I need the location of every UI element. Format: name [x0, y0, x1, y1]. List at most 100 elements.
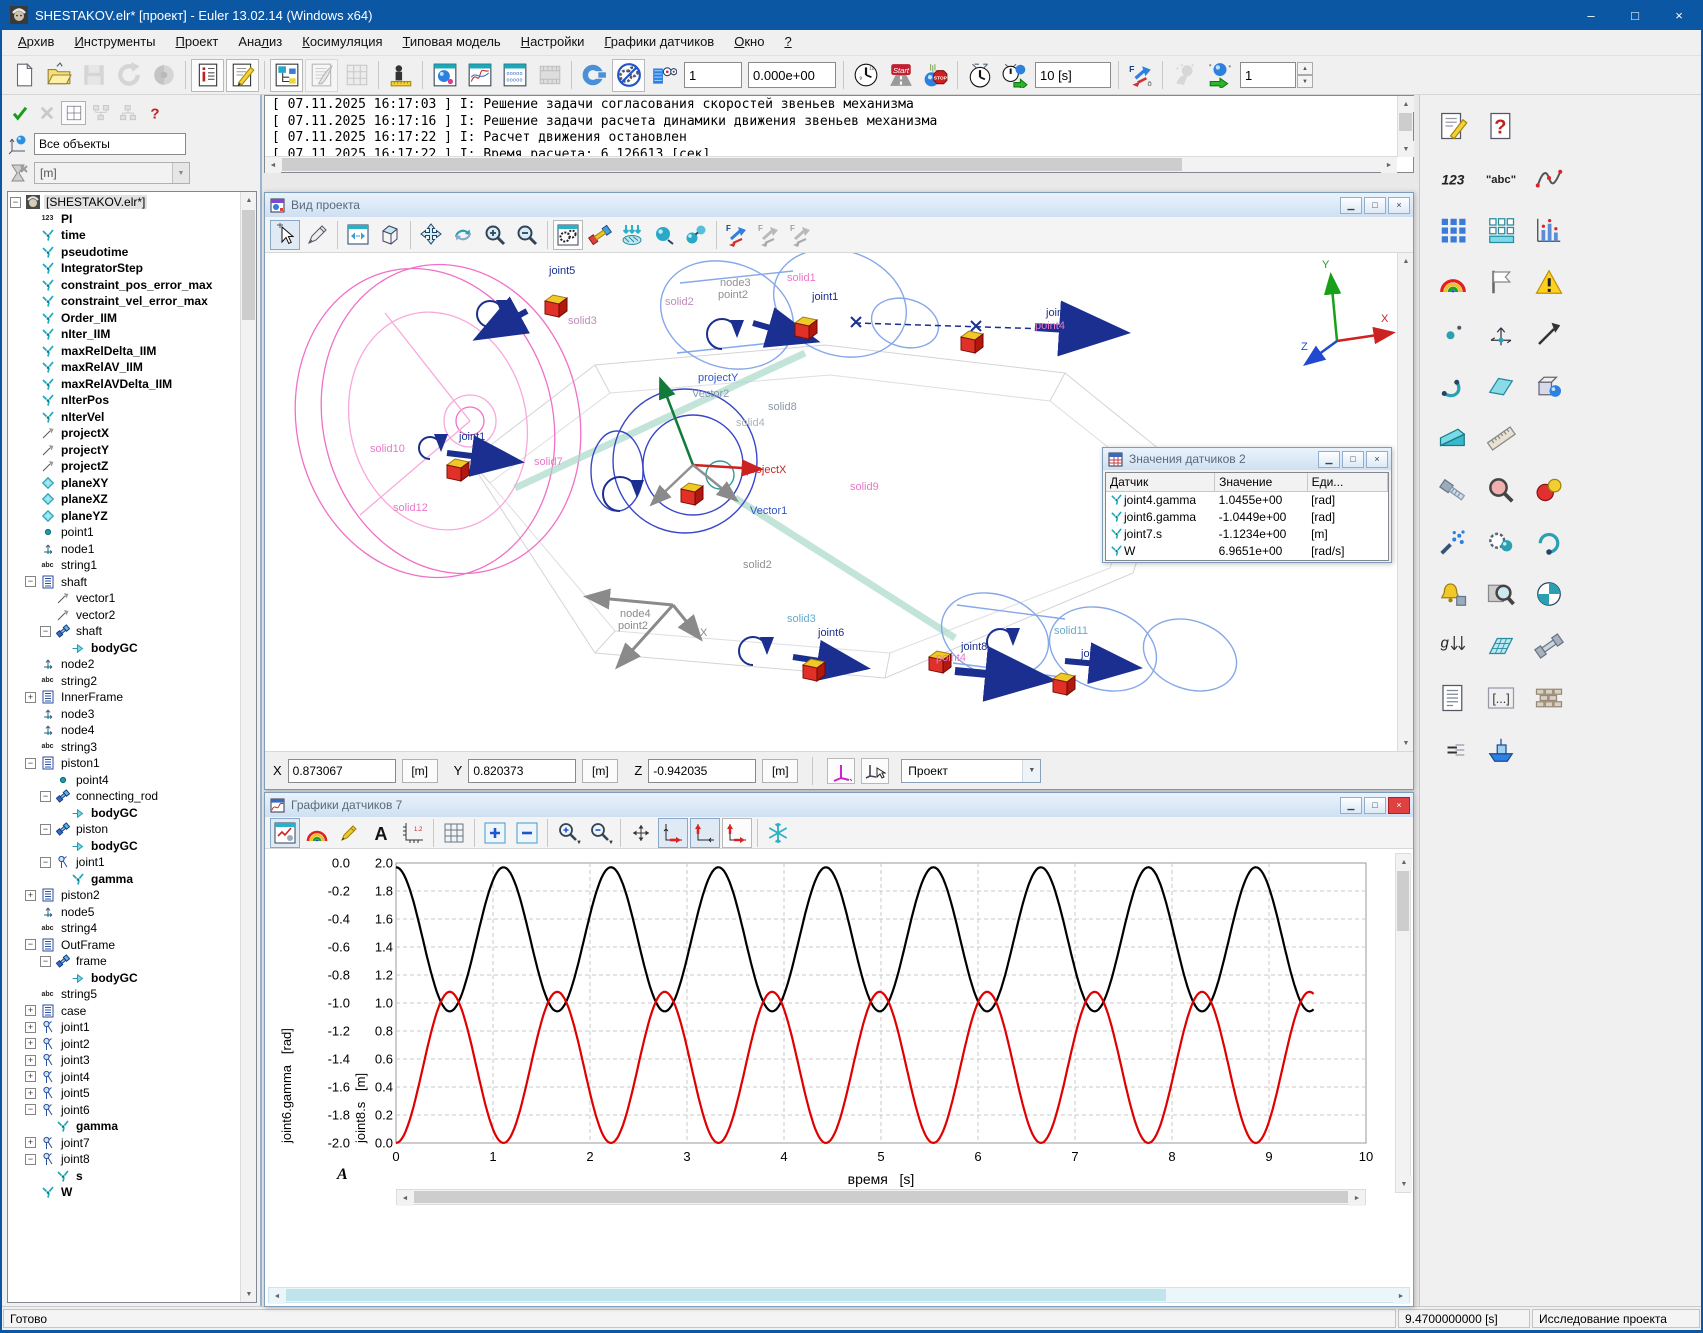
tree-item[interactable]: +joint1 [10, 1019, 239, 1036]
window-restore-button[interactable]: □ [1364, 197, 1386, 214]
edit-model-button[interactable] [226, 59, 259, 92]
spinner[interactable]: ▲▼ [1297, 62, 1313, 88]
collapse-icon[interactable]: − [25, 758, 36, 769]
sensor-row[interactable]: W6.9651e+00[rad/s] [1106, 543, 1388, 560]
minimize-button[interactable]: – [1569, 0, 1613, 30]
collapse-icon[interactable]: − [25, 1104, 36, 1115]
mesh-tool-button[interactable] [1480, 625, 1522, 667]
bolt-tool-button[interactable] [1432, 469, 1474, 511]
plane-tool-button[interactable] [1480, 365, 1522, 407]
tree-item-label[interactable]: piston2 [59, 888, 102, 902]
scrollbar-thumb[interactable] [1397, 871, 1409, 931]
expand-icon[interactable]: + [25, 1038, 36, 1049]
column-header[interactable]: Значение [1215, 473, 1307, 492]
equation-tool-button[interactable]: = [1432, 729, 1474, 771]
tree-item-label[interactable]: maxRelAVDelta_IIM [59, 377, 174, 391]
tree-item[interactable]: −joint1 [10, 854, 239, 871]
tree-item[interactable]: 123PI [10, 211, 239, 228]
tree-item[interactable]: nIterVel [10, 409, 239, 426]
y-unit-button[interactable]: [m] [582, 759, 618, 783]
tree-item-label[interactable]: frame [74, 954, 109, 968]
measure-button[interactable] [384, 59, 417, 92]
menu-item-6[interactable]: Настройки [511, 30, 595, 55]
tree-item[interactable]: −joint6 [10, 1102, 239, 1119]
tree-item[interactable]: −[SHESTAKOV.elr*] [10, 194, 239, 211]
cosimulation-button[interactable] [647, 59, 680, 92]
tree-item-label[interactable]: bodyGC [89, 806, 140, 820]
scroll-up-icon[interactable]: ▲ [1396, 854, 1412, 870]
tree-item[interactable]: vector2 [10, 607, 239, 624]
tree-item[interactable]: planeXZ [10, 491, 239, 508]
view-vertical-scrollbar[interactable]: ▲ ▼ [1397, 253, 1413, 751]
collapse-icon[interactable]: − [25, 1154, 36, 1165]
tree-item[interactable]: abcstring1 [10, 557, 239, 574]
tree-item-label[interactable]: time [59, 228, 88, 242]
start-button[interactable]: Start [884, 59, 917, 92]
column-header[interactable]: Датчик [1106, 473, 1215, 492]
zoom-xy-button[interactable] [722, 818, 752, 848]
collapse-icon[interactable]: − [40, 857, 51, 868]
tree-item-label[interactable]: string5 [59, 987, 99, 1001]
chart-window-caption[interactable]: Графики датчиков 7 ▁ □ × [265, 793, 1413, 817]
tree-item-label[interactable]: maxRelAV_IIM [59, 360, 145, 374]
expand-icon[interactable]: + [25, 692, 36, 703]
tree-item[interactable]: vector1 [10, 590, 239, 607]
tree-item[interactable]: maxRelAVDelta_IIM [10, 376, 239, 393]
continue-button[interactable] [1203, 59, 1236, 92]
zoom-out-button[interactable] [512, 818, 542, 848]
tree-item[interactable]: +joint5 [10, 1085, 239, 1102]
collapse-icon[interactable]: − [40, 791, 51, 802]
recalc-button[interactable] [147, 59, 180, 92]
tree-item[interactable]: node3 [10, 706, 239, 723]
tree-item-label[interactable]: gamma [74, 1119, 120, 1133]
gravity-tool-button[interactable]: g [1432, 625, 1474, 667]
spin-down-icon[interactable]: ▼ [1297, 75, 1313, 88]
forces-button[interactable]: Fō [1124, 59, 1157, 92]
scroll-down-icon[interactable]: ▼ [1398, 735, 1413, 751]
scroll-up-icon[interactable]: ▲ [241, 192, 257, 208]
tree-item-label[interactable]: string2 [59, 674, 99, 688]
force-sensor-button[interactable]: F [722, 220, 752, 250]
tree-item-label[interactable]: joint2 [59, 1037, 92, 1051]
tree-item-label[interactable]: [SHESTAKOV.elr*] [44, 195, 147, 209]
project-info-button[interactable] [191, 59, 224, 92]
solver-settings-button[interactable] [577, 59, 610, 92]
z-coordinate-input[interactable] [648, 759, 756, 783]
axes-format-button[interactable]: 1.2 [398, 818, 428, 848]
scroll-up-icon[interactable]: ▲ [1398, 96, 1414, 112]
z-unit-button[interactable]: [m] [762, 759, 798, 783]
column-header[interactable]: Еди... [1307, 473, 1387, 492]
tree-item[interactable]: +piston2 [10, 887, 239, 904]
tree-item[interactable]: maxRelDelta_IIM [10, 343, 239, 360]
tree-item-label[interactable]: bodyGC [89, 839, 140, 853]
window-close-button[interactable]: × [1388, 797, 1410, 814]
tree-item-label[interactable]: projectY [59, 443, 111, 457]
project-structure-button[interactable] [270, 59, 303, 92]
reload-button[interactable] [112, 59, 145, 92]
tree-item-label[interactable]: point4 [74, 773, 111, 787]
y-coordinate-input[interactable] [468, 759, 576, 783]
tree-item[interactable]: +InnerFrame [10, 689, 239, 706]
cancel-button[interactable] [34, 101, 59, 125]
tree-item-label[interactable]: projectZ [59, 459, 110, 473]
sensor-row[interactable]: joint7.s-1.1234e+00[m] [1106, 526, 1388, 543]
tree-item[interactable]: −shaft [10, 623, 239, 640]
menu-item-7[interactable]: Графики датчиков [594, 30, 724, 55]
tree-item[interactable]: abcstring3 [10, 739, 239, 756]
tree-item[interactable]: bodyGC [10, 805, 239, 822]
menu-item-3[interactable]: Анализ [228, 30, 292, 55]
menu-item-5[interactable]: Типовая модель [393, 30, 511, 55]
tree-item-label[interactable]: planeXZ [59, 492, 110, 506]
tree-item[interactable]: node2 [10, 656, 239, 673]
string-tool-button[interactable]: "abc" [1480, 157, 1522, 199]
timer-run-button[interactable] [998, 59, 1031, 92]
node-tool-button[interactable] [1480, 313, 1522, 355]
tree-item-label[interactable]: joint4 [59, 1070, 92, 1084]
tree-item-label[interactable]: connecting_rod [74, 789, 160, 803]
tree-item-label[interactable]: nIter_IIM [59, 327, 112, 341]
notes-button[interactable] [305, 59, 338, 92]
tree-item-label[interactable]: bodyGC [89, 641, 140, 655]
spray-tool-button[interactable] [1432, 521, 1474, 563]
tree-item-label[interactable]: joint8 [59, 1152, 92, 1166]
collapse-icon[interactable]: − [25, 576, 36, 587]
